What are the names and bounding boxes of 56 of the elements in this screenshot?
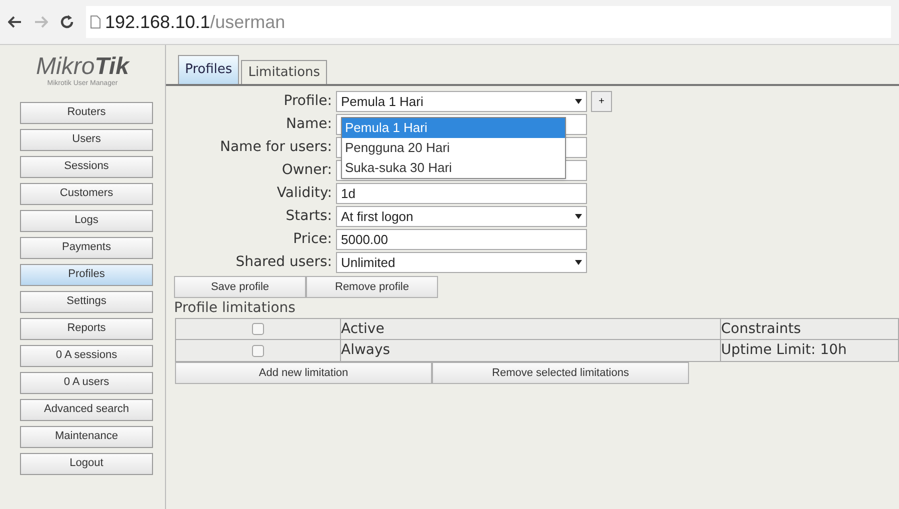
field-label: Starts: (284, 207, 333, 226)
reload-icon[interactable] (60, 15, 74, 29)
dropdown-option[interactable]: Suka-suka 30 Hari (342, 158, 565, 178)
form-button[interactable]: Save profile (174, 276, 306, 298)
sidebar-button[interactable]: Sessions (20, 156, 153, 178)
form-button[interactable]: Remove profile (306, 276, 438, 298)
back-arrow-icon[interactable] (8, 16, 22, 28)
tab[interactable]: Profiles (178, 55, 240, 84)
select-value: Unlimited (341, 254, 396, 272)
sidebar-button[interactable]: Users (20, 128, 153, 150)
field-label: Profile: (282, 92, 333, 111)
checkbox[interactable] (252, 323, 264, 335)
sidebar-button[interactable]: 0 A sessions (20, 344, 153, 366)
input-field[interactable]: 1d (336, 183, 587, 204)
sidebar-button[interactable]: Advanced search (20, 398, 153, 420)
caret-icon (575, 214, 582, 219)
select-field[interactable]: Unlimited (336, 252, 587, 273)
field-label: Name: (284, 115, 333, 134)
field-label: Shared users: (234, 253, 333, 272)
url-text: 192.168.10.1/userman (105, 10, 286, 34)
dropdown-option[interactable]: Pengguna 20 Hari (342, 138, 565, 158)
sidebar-button[interactable]: 0 A users (20, 372, 153, 394)
sidebar-button[interactable]: Maintenance (20, 426, 153, 448)
sidebar-button[interactable]: Reports (20, 318, 153, 340)
field-label: Price: (292, 230, 333, 249)
checkbox[interactable] (252, 344, 264, 356)
caret-icon (575, 260, 582, 265)
field-label: Name for users: (219, 138, 333, 157)
field-label: Validity: (276, 184, 333, 203)
sidebar-button[interactable]: Customers (20, 182, 153, 204)
table-cell: Always (341, 340, 721, 361)
add-button[interactable]: + (591, 91, 612, 112)
select-value: At first logon (341, 208, 414, 226)
address-bar[interactable]: 192.168.10.1/userman (86, 6, 891, 38)
column-header: Constraints (721, 320, 802, 338)
sidebar-button[interactable]: Logout (20, 452, 153, 474)
sidebar-button[interactable]: Profiles (20, 264, 153, 286)
select-value: Pemula 1 Hari (341, 92, 424, 111)
table-cell-text: Uptime Limit: 10h (721, 341, 848, 360)
sidebar-button[interactable]: Routers (20, 102, 153, 124)
limitation-button[interactable]: Add new limitation (175, 362, 432, 384)
limitation-button[interactable]: Remove selected limitations (432, 362, 689, 384)
field-label: Owner: (280, 161, 333, 180)
select-field[interactable]: Pemula 1 Hari (336, 91, 587, 112)
sidebar-button[interactable]: Payments (20, 236, 153, 258)
caret-icon (575, 99, 582, 104)
column-header: Active (341, 319, 721, 339)
section-title: Profile limitations (173, 299, 296, 318)
page-icon (90, 15, 101, 29)
input-field[interactable]: 5000.00 (336, 229, 587, 250)
sidebar-button[interactable]: Logs (20, 210, 153, 232)
select-field[interactable]: At first logon (336, 206, 587, 227)
dropdown-option[interactable]: Pemula 1 Hari (342, 118, 565, 138)
forward-arrow-icon[interactable] (34, 16, 48, 28)
tab[interactable]: Limitations (241, 60, 328, 84)
sidebar-button[interactable]: Settings (20, 290, 153, 312)
